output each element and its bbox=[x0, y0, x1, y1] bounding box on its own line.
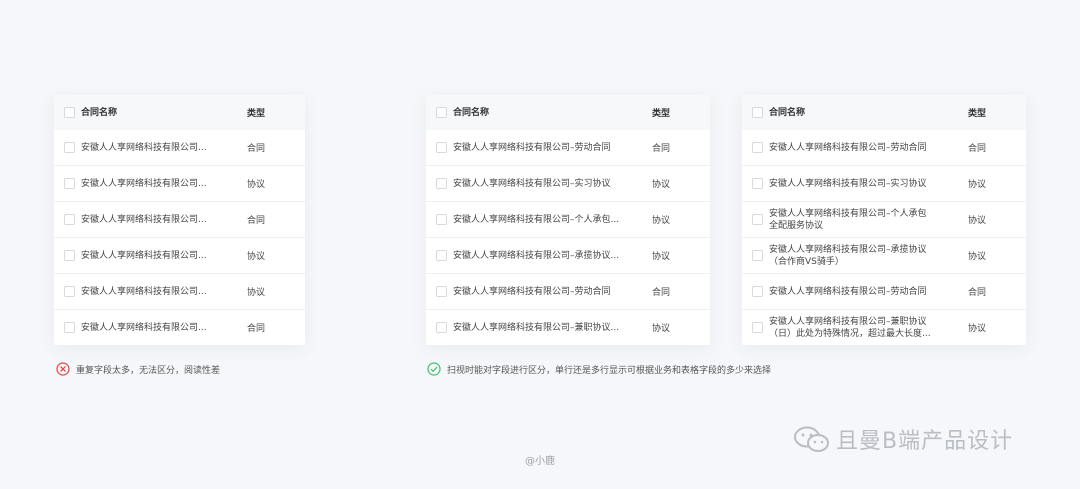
good-example-note: 扫视时能对字段进行区分，单行还是多行显示可根据业务和表格字段的多少来选择 bbox=[427, 362, 771, 376]
contract-name: 安徽人人享网络科技有限公司–劳动合同 bbox=[453, 286, 611, 297]
select-all-checkbox[interactable] bbox=[64, 107, 75, 118]
header-type[interactable]: 类型 bbox=[652, 95, 670, 130]
contract-type: 协议 bbox=[968, 180, 987, 190]
row-checkbox[interactable] bbox=[64, 250, 75, 261]
table-row[interactable]: 安徽人人享网络科技有限公司–个人承包 全配服务协议 协议 bbox=[742, 202, 1026, 238]
row-checkbox[interactable] bbox=[64, 214, 75, 225]
contract-name: 安徽人人享网络科技有限公司... bbox=[81, 322, 207, 333]
select-all-checkbox[interactable] bbox=[752, 107, 763, 118]
contract-name: 安徽人人享网络科技有限公司–兼职协议... bbox=[453, 322, 620, 333]
table-row[interactable]: 安徽人人享网络科技有限公司–实习协议 协议 bbox=[742, 166, 1026, 202]
table-header: 合同名称 类型 bbox=[426, 95, 710, 130]
table-header: 合同名称 类型 bbox=[54, 95, 305, 130]
bad-example-note: 重复字段太多，无法区分，阅读性差 bbox=[56, 362, 220, 376]
row-checkbox[interactable] bbox=[752, 250, 763, 261]
header-type[interactable]: 类型 bbox=[968, 95, 986, 130]
row-checkbox[interactable] bbox=[64, 322, 75, 333]
contract-name: 安徽人人享网络科技有限公司... bbox=[81, 178, 207, 189]
contract-type: 协议 bbox=[968, 252, 987, 262]
contract-name: 安徽人人享网络科技有限公司–承揽协议... bbox=[453, 250, 620, 261]
table-row[interactable]: 安徽人人享网络科技有限公司–劳动合同 合同 bbox=[742, 274, 1026, 310]
contract-type: 协议 bbox=[247, 180, 266, 190]
table-header: 合同名称 类型 bbox=[742, 95, 1026, 130]
contract-name: 安徽人人享网络科技有限公司–劳动合同 bbox=[453, 142, 611, 153]
contract-type: 合同 bbox=[652, 144, 671, 154]
good-note-text: 扫视时能对字段进行区分，单行还是多行显示可根据业务和表格字段的多少来选择 bbox=[447, 365, 772, 376]
contract-type: 协议 bbox=[968, 216, 987, 226]
contract-type: 协议 bbox=[652, 216, 671, 226]
table-row[interactable]: 安徽人人享网络科技有限公司... 协议 bbox=[54, 238, 305, 274]
row-checkbox[interactable] bbox=[752, 322, 763, 333]
row-checkbox[interactable] bbox=[752, 142, 763, 153]
row-checkbox[interactable] bbox=[64, 286, 75, 297]
table-row[interactable]: 安徽人人享网络科技有限公司... 合同 bbox=[54, 202, 305, 238]
table-row[interactable]: 安徽人人享网络科技有限公司... 协议 bbox=[54, 166, 305, 202]
table-row[interactable]: 安徽人人享网络科技有限公司... 协议 bbox=[54, 274, 305, 310]
contract-type: 协议 bbox=[652, 324, 671, 334]
contract-type: 协议 bbox=[652, 180, 671, 190]
contract-type: 合同 bbox=[652, 288, 671, 298]
contract-name: 安徽人人享网络科技有限公司–承揽协议 （合作商VS骑手） bbox=[769, 244, 927, 267]
header-name[interactable]: 合同名称 bbox=[769, 95, 944, 130]
contract-name: 安徽人人享网络科技有限公司–个人承包 全配服务协议 bbox=[769, 208, 927, 231]
row-checkbox[interactable] bbox=[436, 286, 447, 297]
table-row[interactable]: 安徽人人享网络科技有限公司–劳动合同 合同 bbox=[742, 130, 1026, 166]
contract-table-2: 合同名称 类型 安徽人人享网络科技有限公司–劳动合同 合同 安徽人人享网络科技有限… bbox=[426, 95, 710, 345]
contract-name: 安徽人人享网络科技有限公司... bbox=[81, 214, 207, 225]
row-checkbox[interactable] bbox=[436, 178, 447, 189]
contract-name: 安徽人人享网络科技有限公司–兼职协议 （日）此处为特殊情况，超过最大长度... bbox=[769, 316, 931, 339]
table-row[interactable]: 安徽人人享网络科技有限公司–承揽协议 （合作商VS骑手） 协议 bbox=[742, 238, 1026, 274]
table-row[interactable]: 安徽人人享网络科技有限公司... 合同 bbox=[54, 130, 305, 166]
contract-type: 合同 bbox=[247, 216, 266, 226]
header-name[interactable]: 合同名称 bbox=[453, 95, 623, 130]
wechat-icon bbox=[792, 424, 832, 454]
table-row[interactable]: 安徽人人享网络科技有限公司–实习协议 协议 bbox=[426, 166, 710, 202]
contract-type: 协议 bbox=[247, 252, 266, 262]
row-checkbox[interactable] bbox=[752, 214, 763, 225]
error-circle-icon bbox=[56, 362, 70, 376]
contract-name: 安徽人人享网络科技有限公司–实习协议 bbox=[453, 178, 611, 189]
row-checkbox[interactable] bbox=[64, 142, 75, 153]
row-checkbox[interactable] bbox=[752, 178, 763, 189]
contract-name: 安徽人人享网络科技有限公司... bbox=[81, 286, 207, 297]
contract-table-3: 合同名称 类型 安徽人人享网络科技有限公司–劳动合同 合同 安徽人人享网络科技有限… bbox=[742, 95, 1026, 345]
table-row[interactable]: 安徽人人享网络科技有限公司–承揽协议... 协议 bbox=[426, 238, 710, 274]
contract-name: 安徽人人享网络科技有限公司–个人承包... bbox=[453, 214, 620, 225]
contract-type: 协议 bbox=[968, 324, 987, 334]
contract-name: 安徽人人享网络科技有限公司... bbox=[81, 142, 207, 153]
row-checkbox[interactable] bbox=[64, 178, 75, 189]
contract-type: 合同 bbox=[968, 144, 987, 154]
brand-watermark: 且曼B端产品设计 bbox=[792, 422, 1013, 456]
contract-type: 合同 bbox=[968, 288, 987, 298]
select-all-checkbox[interactable] bbox=[436, 107, 447, 118]
row-checkbox[interactable] bbox=[752, 286, 763, 297]
contract-name: 安徽人人享网络科技有限公司–劳动合同 bbox=[769, 142, 927, 153]
header-type[interactable]: 类型 bbox=[247, 95, 265, 130]
table-row[interactable]: 安徽人人享网络科技有限公司–兼职协议 （日）此处为特殊情况，超过最大长度... 协… bbox=[742, 310, 1026, 345]
table-row[interactable]: 安徽人人享网络科技有限公司–劳动合同 合同 bbox=[426, 130, 710, 166]
row-checkbox[interactable] bbox=[436, 142, 447, 153]
check-circle-icon bbox=[427, 362, 441, 376]
table-row[interactable]: 安徽人人享网络科技有限公司... 合同 bbox=[54, 310, 305, 345]
contract-type: 合同 bbox=[247, 144, 266, 154]
contract-name: 安徽人人享网络科技有限公司–劳动合同 bbox=[769, 286, 927, 297]
row-checkbox[interactable] bbox=[436, 322, 447, 333]
contract-type: 协议 bbox=[247, 288, 266, 298]
header-name[interactable]: 合同名称 bbox=[81, 95, 211, 130]
table-row[interactable]: 安徽人人享网络科技有限公司–兼职协议... 协议 bbox=[426, 310, 710, 345]
row-checkbox[interactable] bbox=[436, 250, 447, 261]
contract-name: 安徽人人享网络科技有限公司–实习协议 bbox=[769, 178, 927, 189]
brand-text: 且曼B端产品设计 bbox=[836, 429, 1014, 454]
table-row[interactable]: 安徽人人享网络科技有限公司–个人承包... 协议 bbox=[426, 202, 710, 238]
contract-table-1: 合同名称 类型 安徽人人享网络科技有限公司... 合同 安徽人人享网络科技有限公司… bbox=[54, 95, 305, 345]
contract-name: 安徽人人享网络科技有限公司... bbox=[81, 250, 207, 261]
bad-note-text: 重复字段太多，无法区分，阅读性差 bbox=[76, 365, 221, 376]
contract-type: 协议 bbox=[652, 252, 671, 262]
table-row[interactable]: 安徽人人享网络科技有限公司–劳动合同 合同 bbox=[426, 274, 710, 310]
contract-type: 合同 bbox=[247, 324, 266, 334]
row-checkbox[interactable] bbox=[436, 214, 447, 225]
